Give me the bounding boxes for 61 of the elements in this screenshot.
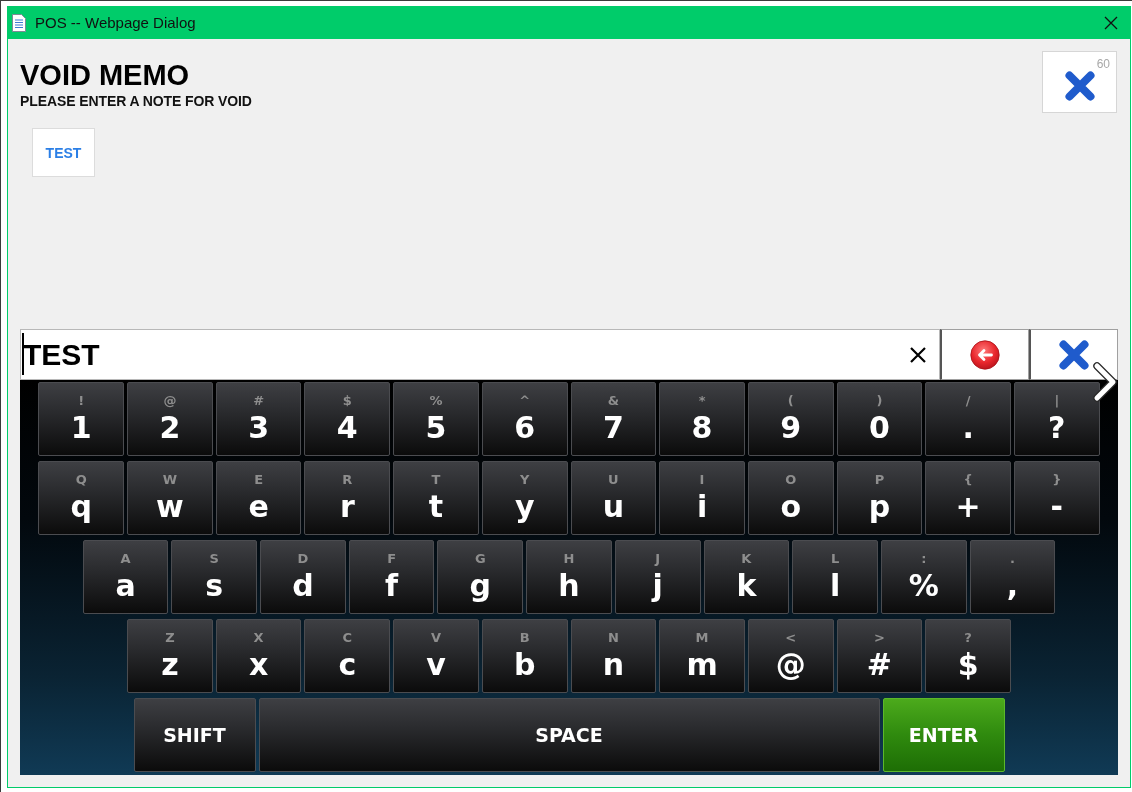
dialog-heading: VOID MEMO — [20, 59, 191, 91]
keyboard-key[interactable]: Q q — [38, 461, 125, 535]
keyboard-key[interactable]: . , — [969, 540, 1056, 614]
window-title: POS -- Webpage Dialog — [35, 14, 196, 31]
close-icon[interactable] — [1104, 15, 1118, 30]
keyboard-key[interactable]: / . — [925, 382, 1011, 456]
keyboard-key[interactable]: R r — [304, 461, 391, 535]
close-icon — [1059, 339, 1089, 370]
keyboard-key[interactable]: * 8 — [659, 382, 745, 456]
keyboard-key[interactable]: P p — [836, 461, 923, 535]
keyboard-key[interactable]: % 5 — [393, 382, 479, 456]
keyboard-key[interactable]: ^ 6 — [481, 382, 568, 456]
input-field[interactable]: TEST — [20, 329, 940, 380]
keyboard-key[interactable]: $ 4 — [304, 382, 391, 456]
keyboard-key[interactable]: J j — [614, 540, 701, 614]
keyboard-key[interactable]: : % — [880, 540, 967, 614]
keyboard-key[interactable]: G g — [437, 540, 524, 614]
keyboard-key[interactable]: > # — [836, 619, 923, 693]
keyboard-key[interactable]: F f — [348, 540, 435, 614]
keyboard-key[interactable]: I i — [659, 461, 745, 535]
keyboard-key[interactable]: { + — [925, 461, 1011, 535]
document-icon — [12, 13, 26, 32]
keyboard-key[interactable]: L l — [792, 540, 878, 614]
keyboard-key[interactable]: ! 1 — [38, 382, 125, 456]
keyboard-key[interactable]: A a — [82, 540, 169, 614]
keyboard-key[interactable]: ? $ — [925, 619, 1011, 693]
keyboard-key[interactable]: # 3 — [215, 382, 302, 456]
keyboard-key[interactable]: O o — [747, 461, 834, 535]
keyboard-key[interactable]: | ? — [1013, 382, 1100, 456]
chevron-right-icon[interactable] — [1092, 362, 1118, 402]
keyboard-key[interactable]: ) 0 — [836, 382, 923, 456]
space-key[interactable]: SPACE — [258, 698, 880, 772]
shift-key[interactable]: SHIFT — [133, 698, 256, 772]
dialog-subtitle: PLEASE ENTER A NOTE FOR VOID — [20, 93, 252, 109]
keyboard-key[interactable]: H h — [526, 540, 612, 614]
clear-icon[interactable] — [909, 346, 927, 364]
keyboard-key[interactable]: & 7 — [570, 382, 657, 456]
keyboard-key[interactable]: T t — [393, 461, 479, 535]
keyboard-key[interactable]: X x — [215, 619, 302, 693]
keyboard-key[interactable]: C c — [304, 619, 391, 693]
close-button[interactable] — [1029, 329, 1118, 380]
backspace-button[interactable] — [940, 329, 1029, 380]
keyboard-key[interactable]: N n — [570, 619, 657, 693]
keyboard-key[interactable]: @ 2 — [127, 382, 213, 456]
keyboard-key[interactable]: ( 9 — [747, 382, 834, 456]
keyboard-key[interactable]: } - — [1013, 461, 1100, 535]
keyboard-key[interactable]: U u — [570, 461, 657, 535]
keyboard-key[interactable]: < @ — [747, 619, 834, 693]
keyboard-key[interactable]: Y y — [481, 461, 568, 535]
keyboard-key[interactable]: B b — [481, 619, 568, 693]
keyboard-key[interactable]: S s — [171, 540, 258, 614]
close-icon — [1064, 71, 1095, 101]
quick-note-button[interactable]: TEST — [32, 128, 95, 177]
keyboard-key[interactable]: K k — [703, 540, 790, 614]
keyboard-key[interactable]: E e — [215, 461, 302, 535]
enter-key[interactable]: ENTER — [882, 698, 1005, 772]
keyboard-key[interactable]: M m — [659, 619, 745, 693]
keyboard-key[interactable]: Z z — [127, 619, 213, 693]
keyboard-key[interactable]: V v — [393, 619, 479, 693]
keyboard-key[interactable]: W w — [127, 461, 213, 535]
keyboard-key[interactable]: D d — [260, 540, 346, 614]
